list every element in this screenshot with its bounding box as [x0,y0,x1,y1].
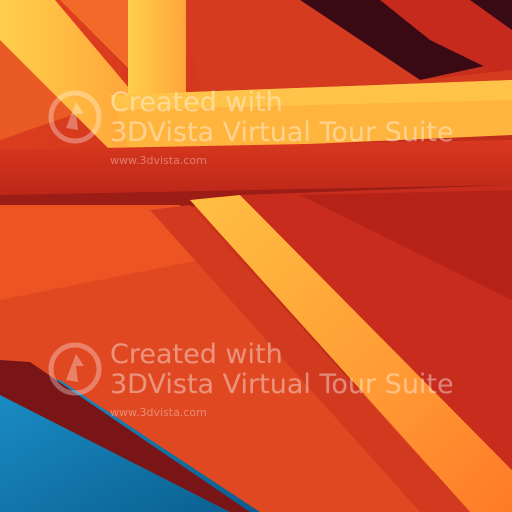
photo-scene: Created with 3DVista Virtual Tour Suite … [0,0,512,512]
abstract-beams-image [0,0,512,512]
yellow-beam-vertical [128,0,186,95]
